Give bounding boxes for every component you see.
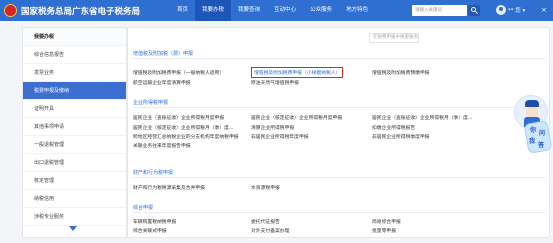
link-vat-general[interactable]: 增值税及附加税费申报（一般纳税人适用） — [133, 69, 224, 76]
link-linked-comprehensive[interactable]: 综合关联式申报 — [133, 227, 167, 234]
sidebar-header: 我要办税 — [23, 28, 126, 46]
tax-emblem-icon — [4, 4, 17, 17]
link-related-party-report[interactable]: 关联业务往来年度报告申报 — [133, 142, 191, 149]
search-input[interactable]: 请输入关键词 — [412, 5, 467, 16]
sidebar-item-tax-declaration[interactable]: 税费申报及缴纳 — [23, 82, 126, 100]
link-nonresident-annual[interactable]: 非居民企业所得税年度申报 — [251, 133, 309, 140]
section-divider — [133, 58, 545, 59]
nav-interaction[interactable]: 互动中心 — [267, 0, 303, 21]
link-cit-withholding[interactable]: 扣缴企业所得税报告 — [372, 124, 415, 131]
site-title: 国家税务总局广东省电子税务局 — [21, 7, 141, 17]
link-cit-branch-annual[interactable]: 跨地区经营汇总纳税企业的分支机构年度纳税申报 — [133, 133, 239, 140]
assistant-text: 问 — [539, 130, 546, 137]
link-batch-zero-declaration[interactable]: 批量零申报 — [372, 227, 396, 234]
section-title-cit: 企业所得税申报 — [133, 100, 169, 106]
link-outbound-payment-filing[interactable]: 对外支付备案办理 — [251, 227, 289, 234]
sidebar: 我要办税 综合信息报告 发票业务 税费申报及缴纳 证明开具 其他事项申请 一般退… — [22, 27, 127, 238]
section-divider — [133, 212, 545, 213]
section-title-property-tax: 财产和行为税申报 — [133, 170, 174, 176]
link-vat-small-scale[interactable]: 增值税及附加税费申报（小规模纳税人） — [251, 67, 344, 78]
main-nav: 首页 我要办税 我要查询 互动中心 公众服务 地方特色 — [170, 0, 375, 21]
nav-home[interactable]: 首页 — [170, 0, 195, 21]
assistant-text: 我 — [529, 138, 536, 145]
service-panel: 在税费申报中搜索服务名称 增值税及附加税（费）申报 增值税及附加税费申报（一般纳… — [127, 27, 550, 238]
sidebar-item-credit[interactable]: 纳税信用 — [23, 190, 126, 208]
avatar[interactable] — [496, 5, 506, 15]
service-filter-input[interactable]: 在税费申报中搜索服务名称 — [369, 33, 419, 43]
sidebar-item-invoice[interactable]: 发票业务 — [23, 64, 126, 82]
nav-public-service[interactable]: 公众服务 — [303, 0, 339, 21]
assistant-text: 答 — [538, 142, 545, 149]
sidebar-item-export-refund[interactable]: 出口退税管理 — [23, 154, 126, 172]
link-water-resource-tax[interactable]: 水资源税申报 — [251, 184, 280, 191]
link-cit-assessed-monthly[interactable]: 居民企业（核定征收）企业所得税月度申报 — [251, 114, 342, 121]
link-aviation-settlement[interactable]: 航空运输企业年度清算申报 — [133, 79, 191, 86]
section-divider — [133, 107, 545, 108]
link-cit-audit-quarterly[interactable]: 居民企业（查账征收）企业所得税月（季）度... — [372, 114, 473, 121]
sidebar-item-other-applications[interactable]: 其他事项申请 — [23, 118, 126, 136]
section-title-vat: 增值税及附加税（费）申报 — [133, 51, 194, 57]
section-divider — [133, 177, 545, 178]
assistant-text: 你 — [530, 127, 537, 134]
link-vat-prepay[interactable]: 增值税及附加税费预缴申报 — [372, 69, 430, 76]
nav-tax-handling[interactable]: 我要办税 — [195, 0, 232, 21]
chevron-down-icon — [69, 226, 77, 231]
section-title-comprehensive: 综合申报 — [133, 205, 154, 211]
sidebar-item-verification[interactable]: 核定管理 — [23, 172, 126, 190]
close-icon[interactable]: × — [541, 5, 547, 15]
search-button[interactable] — [468, 5, 480, 16]
sidebar-item-info-report[interactable]: 综合信息报告 — [23, 46, 126, 64]
sidebar-expand-button[interactable] — [23, 221, 126, 237]
nav-local-features[interactable]: 地方特色 — [339, 0, 375, 21]
qa-assistant-widget[interactable]: 你 问 我 答 — [514, 95, 553, 161]
link-simple-comprehensive[interactable]: 简易综合申报 — [372, 218, 401, 225]
link-cit-assessed-quarterly[interactable]: 居民企业（核定征收）企业所得税月（季）度... — [133, 124, 234, 131]
nav-query[interactable]: 我要查询 — [231, 0, 267, 21]
sidebar-item-certificate[interactable]: 证明开具 — [23, 100, 126, 118]
link-entrusted-collection[interactable]: 委托代征报告 — [251, 218, 280, 225]
link-vehicle-purchase-tax[interactable]: 车辆购置税纳税申报 — [133, 218, 176, 225]
link-cit-liquidation[interactable]: 清算企业所得税申报 — [251, 124, 294, 131]
link-property-tax-combined[interactable]: 财产和行为税税源采集及合并申报 — [133, 184, 205, 191]
user-menu[interactable]: ** 您 ▾ — [508, 6, 525, 14]
link-crude-oil-vat[interactable]: 原油天然气增值税申报 — [251, 79, 299, 86]
top-navigation-bar: 国家税务总局广东省电子税务局 首页 我要办税 我要查询 互动中心 公众服务 地方… — [0, 0, 553, 21]
link-cit-audit-monthly[interactable]: 居民企业（查账征收）企业所得税月度申报 — [133, 114, 224, 121]
link-nonresident-quarterly[interactable]: 非居民企业所得税季度申报 — [372, 133, 430, 140]
sidebar-item-refund[interactable]: 一般退税管理 — [23, 136, 126, 154]
